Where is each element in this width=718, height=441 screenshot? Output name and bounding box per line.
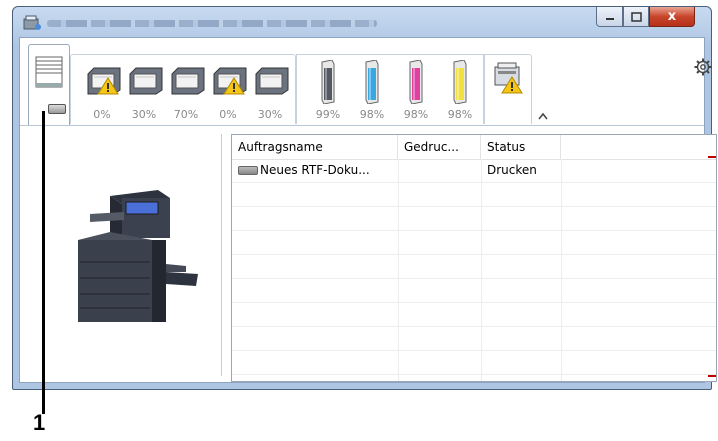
- app-icon: [23, 15, 41, 30]
- paper-tray-icon: [171, 67, 205, 95]
- paper-tray-icon: [129, 67, 163, 95]
- column-header-job-name[interactable]: Auftragsname: [232, 135, 398, 159]
- toner-yellow[interactable]: 98%: [448, 59, 472, 121]
- table-row[interactable]: [232, 255, 716, 279]
- toner-cyan[interactable]: 98%: [360, 59, 384, 121]
- paper-stack-icon: [35, 56, 63, 88]
- chevron-up-icon[interactable]: [538, 112, 548, 123]
- toner-cartridge-icon: [409, 59, 423, 105]
- toner-cartridge-icon: [365, 59, 379, 105]
- close-icon: x: [667, 9, 677, 24]
- gear-icon[interactable]: [694, 58, 712, 79]
- tray-level-label: 30%: [257, 108, 283, 121]
- toner-level-label: 99%: [315, 108, 341, 121]
- range-marker-bottom: [708, 375, 716, 377]
- table-row[interactable]: [232, 279, 716, 303]
- close-button[interactable]: x: [649, 7, 695, 27]
- table-row[interactable]: [232, 183, 716, 207]
- maximize-icon: [630, 11, 642, 22]
- minimize-button[interactable]: [596, 7, 623, 27]
- tray-level-label: 0%: [93, 108, 111, 121]
- callout-line: [42, 111, 45, 414]
- job-name-cell: Neues RTF-Doku...: [238, 159, 370, 182]
- device-warning-icon: [494, 62, 523, 94]
- maximize-button[interactable]: [623, 7, 649, 27]
- printer-image: [78, 190, 198, 322]
- job-status-cell: Drucken: [487, 163, 537, 177]
- column-header-status[interactable]: Status: [481, 135, 561, 159]
- job-name: Neues RTF-Doku...: [260, 163, 370, 177]
- column-header-printed[interactable]: Gedruc...: [398, 135, 481, 159]
- table-row[interactable]: [232, 351, 716, 375]
- toner-level-label: 98%: [403, 108, 429, 121]
- window-title-obscured: [47, 20, 377, 27]
- title-bar[interactable]: x: [13, 7, 711, 37]
- toner-cartridge-icon: [453, 59, 467, 105]
- table-row[interactable]: [232, 327, 716, 351]
- table-row[interactable]: Neues RTF-Doku... Drucken: [232, 159, 716, 183]
- status-monitor-window: x 0% 30% 70% 0% 30% 99% 98% 98% 98% Auft…: [12, 6, 717, 390]
- tray-level-label: 70%: [173, 108, 199, 121]
- paper-tray-icon: [87, 67, 121, 95]
- table-header: Auftragsname Gedruc... Status: [232, 135, 716, 160]
- job-list-table: Auftragsname Gedruc... Status Neues RTF-…: [231, 134, 717, 382]
- device-status-group: [484, 54, 532, 124]
- toner-black[interactable]: 99%: [316, 59, 340, 121]
- client-area: 0% 30% 70% 0% 30% 99% 98% 98% 98% Auftra…: [19, 37, 717, 383]
- toner-level-label: 98%: [359, 108, 385, 121]
- paper-tray[interactable]: 0%: [84, 64, 122, 124]
- pane-divider[interactable]: [221, 134, 225, 376]
- toner-magenta[interactable]: 98%: [404, 59, 428, 121]
- toner-level-label: 98%: [447, 108, 473, 121]
- printer-image-pane: [20, 126, 220, 382]
- paper-tray[interactable]: 70%: [168, 64, 206, 124]
- tray-level-label: 30%: [131, 108, 157, 121]
- table-row[interactable]: [232, 207, 716, 231]
- document-icon: [238, 166, 258, 175]
- minimize-icon: [605, 17, 614, 20]
- paper-tray[interactable]: 0%: [210, 64, 248, 124]
- paper-tray-icon: [255, 67, 289, 95]
- toner-cartridge-icon: [321, 59, 335, 105]
- callout-number: 1: [33, 410, 46, 435]
- table-row[interactable]: [232, 303, 716, 327]
- paper-tray[interactable]: 30%: [126, 64, 164, 124]
- paper-tray[interactable]: 30%: [252, 64, 290, 124]
- paper-tray-icon: [213, 67, 247, 95]
- status-toolbar: 0% 30% 70% 0% 30% 99% 98% 98% 98%: [20, 38, 712, 128]
- range-marker-top: [708, 156, 716, 158]
- tray-level-label: 0%: [219, 108, 237, 121]
- status-indicator: [48, 104, 66, 114]
- table-row[interactable]: [232, 231, 716, 255]
